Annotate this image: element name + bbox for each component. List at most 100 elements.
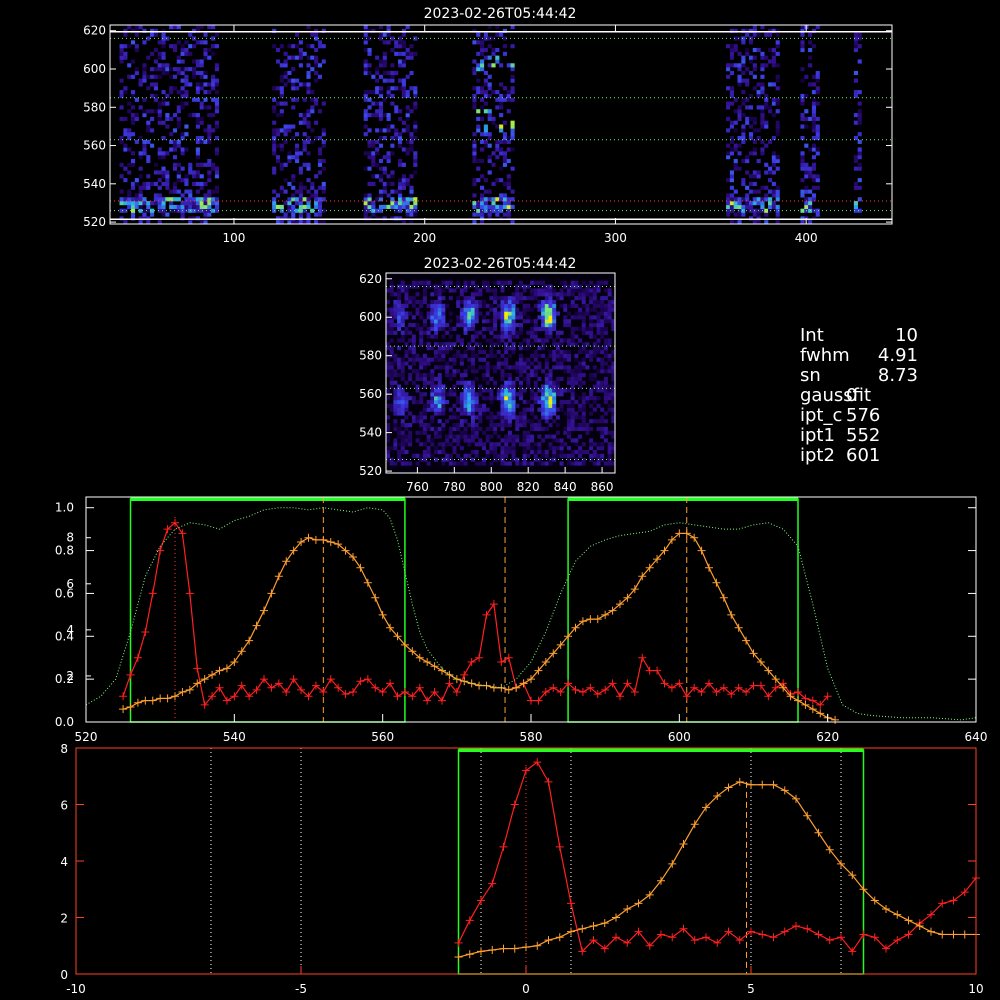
heatmap-cell xyxy=(502,162,508,167)
heatmap-cell xyxy=(434,449,439,455)
orange-point xyxy=(378,610,387,619)
heatmap-cell xyxy=(298,166,303,171)
orange-point xyxy=(282,557,291,566)
heatmap-cell xyxy=(589,457,594,462)
heatmap-cell xyxy=(214,124,220,129)
heatmap-cell xyxy=(119,59,124,64)
heatmap-cell xyxy=(411,357,416,362)
heatmap-cell xyxy=(317,185,323,190)
heatmap-cell xyxy=(566,380,571,385)
heatmap-cell xyxy=(214,166,220,171)
heatmap-cell xyxy=(504,361,509,366)
heatmap-cell xyxy=(764,185,769,190)
heatmap-cell xyxy=(581,365,586,370)
heatmap-cell xyxy=(726,151,731,156)
heatmap-cell xyxy=(404,288,409,293)
heatmap-cell xyxy=(291,178,296,183)
heatmap-cell xyxy=(161,101,166,106)
heatmap-cell xyxy=(321,185,326,190)
heatmap-cell xyxy=(188,166,193,171)
x-tick-label: 820 xyxy=(517,480,540,494)
heatmap-cell xyxy=(489,461,494,466)
heatmap-cell xyxy=(386,193,391,198)
heatmap-cell xyxy=(272,128,277,133)
heatmap-cell xyxy=(559,461,564,466)
heatmap-cell xyxy=(526,315,531,320)
heatmap-cell xyxy=(515,292,520,297)
heatmap-cell xyxy=(511,449,516,455)
heatmap-cell xyxy=(566,376,571,381)
heatmap-cell xyxy=(566,365,571,370)
heatmap-cell xyxy=(422,373,427,378)
heatmap-cell xyxy=(600,430,605,435)
heatmap-cell xyxy=(474,330,479,335)
heatmap-cell xyxy=(585,365,590,370)
heatmap-cell xyxy=(552,357,557,362)
heatmap-cell xyxy=(544,376,549,381)
heatmap-cell xyxy=(526,442,531,447)
heatmap-cell xyxy=(408,357,413,362)
heatmap-cell xyxy=(552,353,557,358)
heatmap-cell xyxy=(489,449,494,455)
heatmap-cell xyxy=(756,189,761,194)
heatmap-cell xyxy=(398,189,403,194)
info-value-sn: 8.73 xyxy=(878,365,918,386)
orange-point xyxy=(816,709,825,718)
heatmap-cell xyxy=(165,70,170,76)
heatmap-cell xyxy=(578,369,583,374)
heatmap-cell xyxy=(375,174,380,179)
heatmap-cell xyxy=(504,330,509,335)
heatmap-cell xyxy=(559,453,564,458)
heatmap-cell xyxy=(507,303,512,308)
orange-point xyxy=(477,947,485,956)
heatmap-cell xyxy=(555,423,560,428)
heatmap-cell xyxy=(390,47,395,53)
heatmap-cell xyxy=(502,155,508,160)
heatmap-cell xyxy=(493,353,498,358)
heatmap-cell xyxy=(188,51,193,56)
heatmap-cell xyxy=(434,319,439,324)
heatmap-cell xyxy=(752,128,757,133)
heatmap-cell xyxy=(153,86,158,91)
heatmap-cell xyxy=(378,86,384,91)
heatmap-cell xyxy=(760,151,765,156)
heatmap-cell xyxy=(726,178,731,183)
heatmap-cell xyxy=(500,338,505,343)
red-point xyxy=(141,628,150,636)
heatmap-cell xyxy=(563,353,568,358)
heatmap-cell xyxy=(400,311,405,316)
heatmap-cell xyxy=(566,446,571,451)
heatmap-cell xyxy=(199,135,204,141)
heatmap-cell xyxy=(483,36,488,41)
heatmap-cell xyxy=(119,162,124,167)
heatmap-cell xyxy=(544,307,549,312)
orange-point xyxy=(208,670,217,679)
heatmap-cell xyxy=(123,51,128,56)
heatmap-cell xyxy=(760,51,765,56)
heatmap-cell xyxy=(211,25,216,30)
heatmap-cell xyxy=(752,120,757,125)
heatmap-cell xyxy=(448,357,453,362)
heatmap-cell xyxy=(401,128,406,133)
heatmap-cell xyxy=(511,315,516,320)
heatmap-cell xyxy=(752,201,757,206)
heatmap-cell xyxy=(487,86,492,91)
heatmap-cell xyxy=(552,380,557,385)
heatmap-cell xyxy=(310,181,315,187)
heatmap-cell xyxy=(401,147,406,152)
heatmap-cell xyxy=(857,132,862,137)
heatmap-cell xyxy=(409,51,414,56)
heatmap-cell xyxy=(419,430,424,435)
orange-point xyxy=(163,694,172,703)
heatmap-cell xyxy=(400,338,405,343)
heatmap-cell xyxy=(279,44,284,49)
heatmap-cell xyxy=(607,453,612,458)
heatmap-cell xyxy=(180,105,185,110)
heatmap-cell xyxy=(581,415,586,420)
heatmap-cell xyxy=(172,189,178,194)
heatmap-cell xyxy=(142,40,147,45)
heatmap-cell xyxy=(470,307,475,312)
heatmap-cell xyxy=(581,419,586,424)
heatmap-cell xyxy=(811,135,817,141)
heatmap-cell xyxy=(434,315,439,320)
